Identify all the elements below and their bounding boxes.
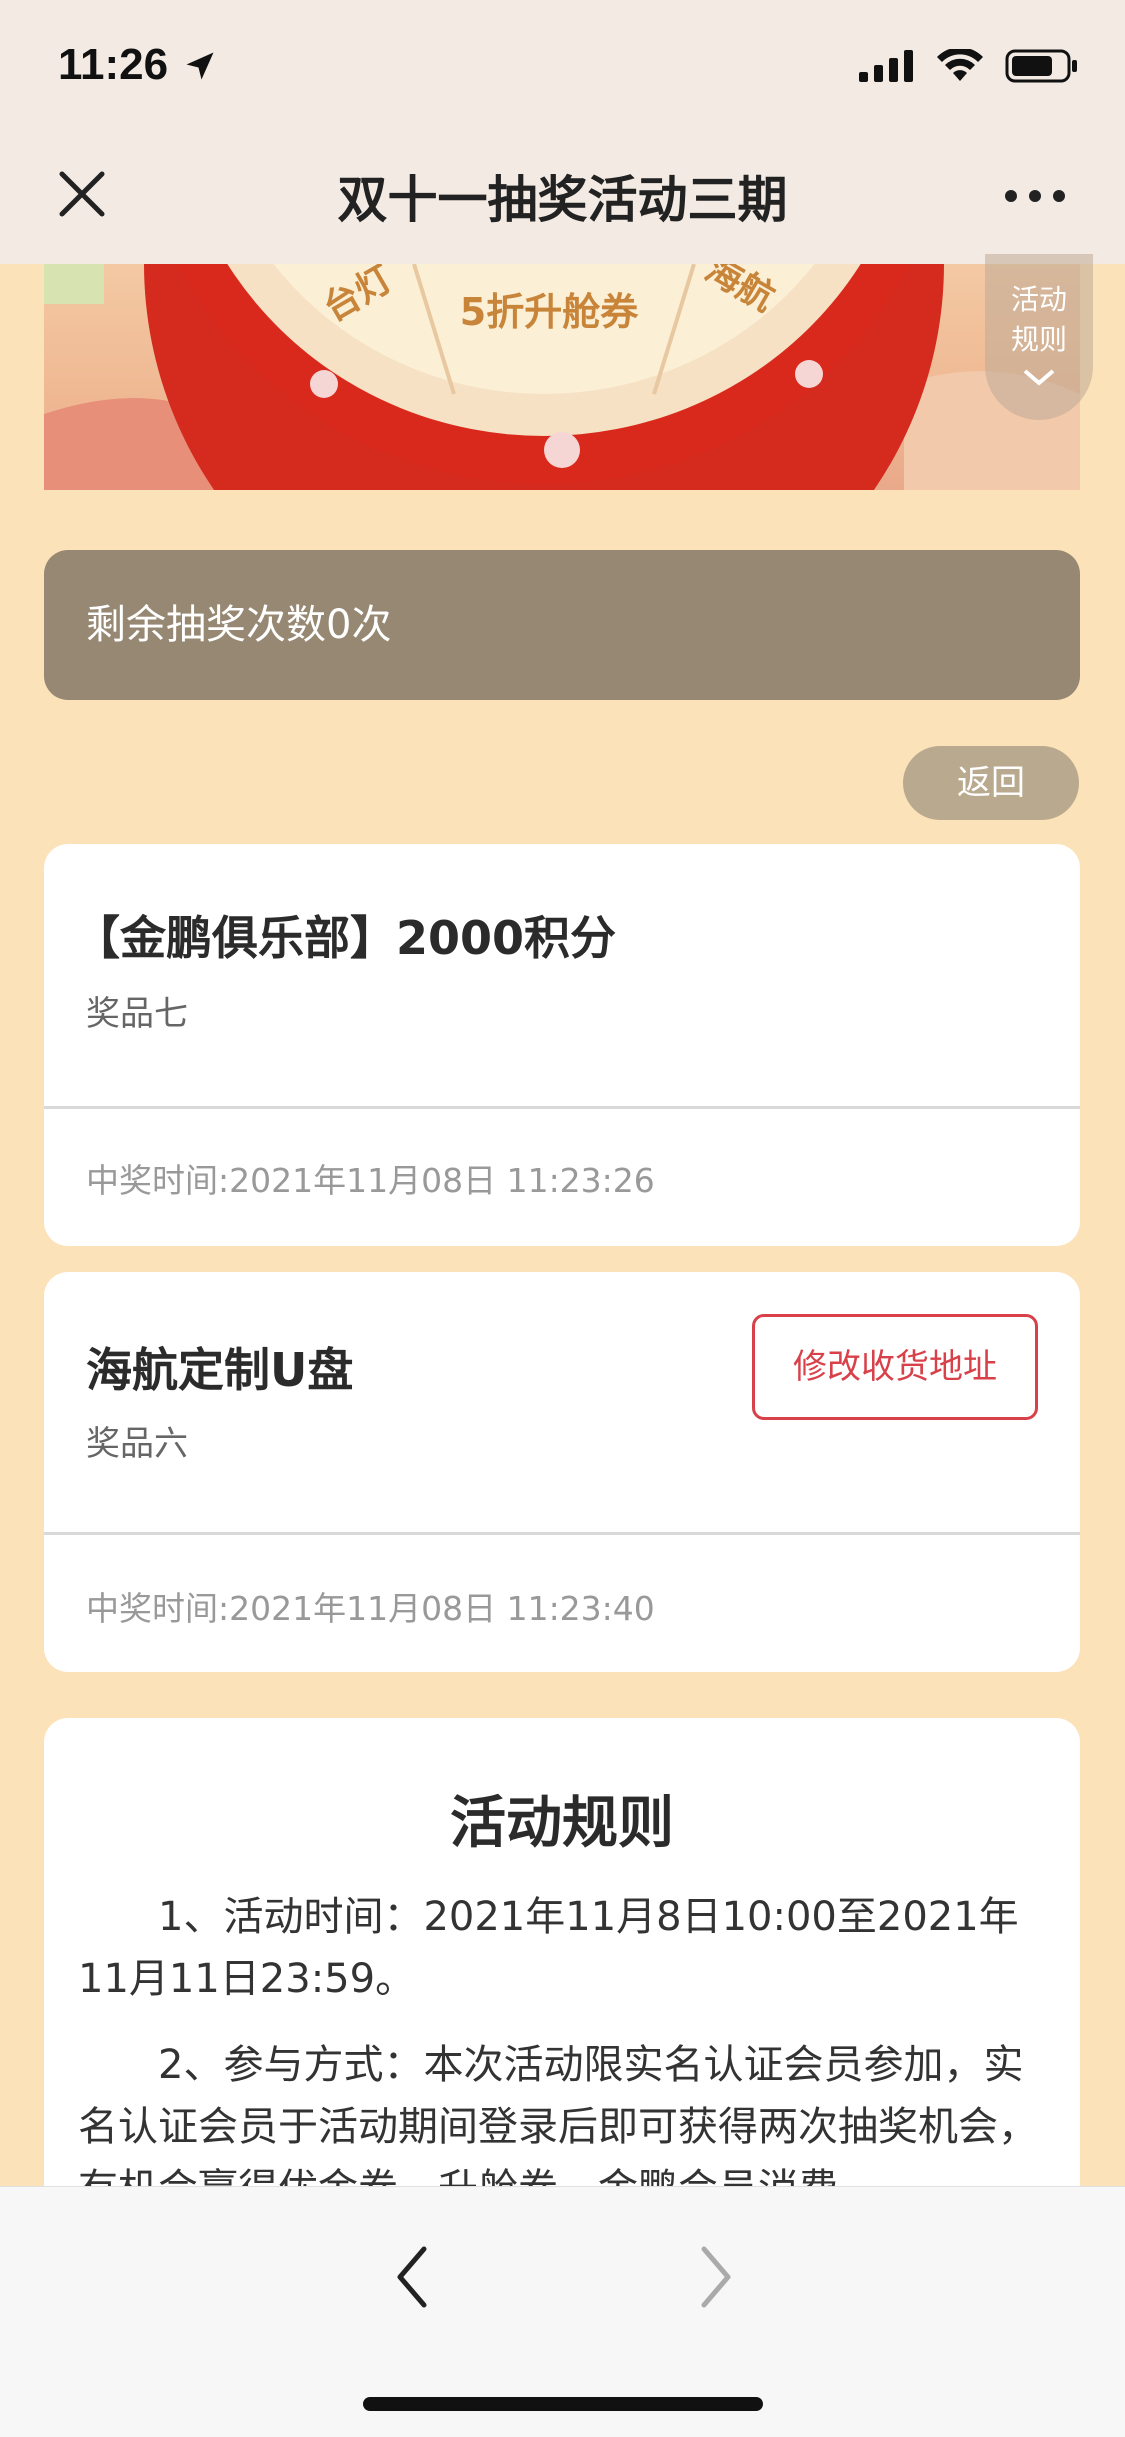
divider (44, 1532, 1080, 1535)
prize-card: 海航定制U盘 奖品六 修改收货地址 中奖时间:2021年11月08日 11:23… (44, 1272, 1080, 1672)
wheel-center-label: 5折升舱券 (460, 290, 639, 334)
rules-fab-line2: 规则 (1010, 323, 1067, 356)
activity-rules-button[interactable]: 活动 规则 (985, 254, 1093, 420)
divider (44, 1106, 1080, 1109)
battery-icon (1005, 49, 1077, 83)
edit-shipping-address-button[interactable]: 修改收货地址 (752, 1314, 1038, 1420)
home-indicator (363, 2397, 763, 2411)
remaining-draws-bar: 剩余抽奖次数0次 (44, 550, 1080, 700)
back-button[interactable]: 返回 (903, 746, 1079, 820)
prize-win-time: 中奖时间:2021年11月08日 11:23:26 (86, 1161, 655, 1200)
back-chevron-icon[interactable] (388, 2237, 438, 2317)
prize-card: 【金鹏俱乐部】2000积分 奖品七 中奖时间:2021年11月08日 11:23… (44, 844, 1080, 1246)
lottery-wheel: 5折升舱券 台灯 海航 (44, 264, 1080, 490)
forward-chevron-icon[interactable] (690, 2237, 740, 2317)
prize-level: 奖品七 (86, 994, 188, 1034)
prize-name: 【金鹏俱乐部】2000积分 (74, 911, 617, 965)
more-menu-icon[interactable] (1005, 190, 1065, 202)
rules-fab-line1: 活动 (1010, 283, 1067, 316)
wifi-icon (937, 49, 983, 81)
rules-title: 活动规则 (450, 1791, 674, 1856)
lottery-banner: 5折升舱券 台灯 海航 (44, 264, 1080, 490)
page-title: 双十一抽奖活动三期 (337, 171, 788, 229)
location-arrow-icon (186, 52, 214, 80)
bottom-toolbar (0, 2186, 1125, 2437)
rules-item: 1、活动时间：2021年11月8日10:00至2021年11月11日23:59。 (78, 1894, 1019, 2002)
status-icons (859, 48, 1079, 84)
prize-level: 奖品六 (86, 1424, 188, 1464)
prize-win-time: 中奖时间:2021年11月08日 11:23:40 (86, 1589, 655, 1628)
chevron-down-icon (1023, 369, 1055, 386)
top-bar: 11:26 双十一抽奖活动三期 (0, 0, 1125, 264)
signal-icon (859, 50, 913, 82)
prize-name: 海航定制U盘 (86, 1343, 354, 1397)
status-time: 11:26 (58, 40, 169, 89)
